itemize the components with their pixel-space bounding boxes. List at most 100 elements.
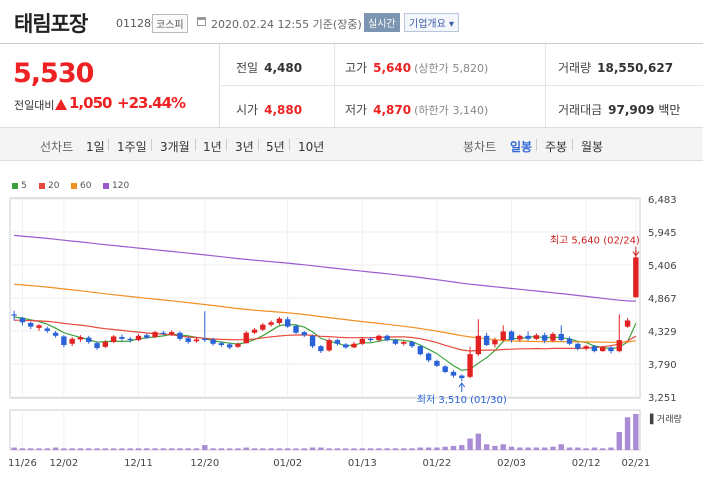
volume-bar [425,447,432,450]
candle-body [392,340,399,344]
candle-body [541,335,548,341]
volume-bar [160,448,167,450]
candle-body [94,343,100,349]
volume-bar [359,448,365,450]
volume-bar [177,448,183,450]
candle-body [525,335,531,339]
volume-bar [566,447,573,450]
y-tick-label: 4,867 [648,294,677,305]
x-tick-label: 02/12 [572,458,601,469]
volume-bar [533,447,540,450]
candle-body [218,343,225,345]
candle-body [351,343,357,348]
candle-body [144,335,150,338]
candle-body [309,335,316,347]
volume-bar [633,414,639,450]
candle-body [152,332,158,338]
candle-body [185,338,191,342]
candle-body [450,371,457,376]
x-tick-label: 12/20 [190,458,219,469]
ma-line-120 [14,234,636,302]
y-tick-label: 4,329 [648,327,677,338]
volume-bar [318,447,324,450]
candle-body [334,340,341,344]
volume-bar [309,447,316,450]
x-tick-label: 01/22 [422,458,451,469]
volume-bar [285,448,291,450]
x-tick-label: 12/11 [124,458,153,469]
volume-label: ▌거래량 [649,413,682,425]
price-chart[interactable]: 6,483 5,945 5,406 4,867 4,329 3,790 3,251 11/26… [0,0,703,483]
volume-bar [276,448,283,450]
volume-bar [351,448,357,450]
candle-body [61,336,67,345]
candle-body [376,335,382,341]
volume-bar [218,448,225,450]
volume-bar [86,448,92,450]
candle-body [483,335,490,345]
candle-body [508,331,515,341]
volume-bar [467,438,473,450]
candle-body [102,341,109,347]
candle-body [119,337,125,339]
candle-body [624,320,631,327]
volume-bar [591,447,598,450]
candle-body [517,335,523,340]
candle-body [442,366,448,372]
volume-bar [384,448,390,450]
volume-bar [392,448,399,450]
candle-body [384,335,390,341]
candle-body [343,344,349,348]
candle-body [226,344,233,348]
volume-bar [492,445,498,450]
volume-bar [293,448,299,450]
candle-body [318,346,324,352]
volume-bar [102,448,109,450]
candle-body [52,332,59,336]
high-annotation: 최고 5,640 (02/24) [550,235,640,247]
x-tick-label: 02/03 [497,458,526,469]
candle-body [566,338,573,344]
volume-bar [442,446,448,450]
candle-body [110,336,117,342]
volume-bar [52,447,59,450]
volume-bar [525,447,531,450]
candle-body [28,322,34,327]
candle-body [608,347,614,352]
candle-body [193,339,200,342]
volume-bar [11,447,17,450]
candle-body [235,343,241,347]
volume-bar [44,448,50,450]
candle-body [293,325,299,333]
volume-bar [517,447,523,450]
candle-body [467,354,473,377]
candle-body [558,333,564,341]
volume-frame [9,409,641,451]
low-arrow-icon [458,382,466,393]
volume-bar [409,448,415,450]
volume-bar [127,448,133,450]
volume-bar [268,448,274,450]
candle-body [44,328,50,331]
volume-bar [28,448,34,450]
volume-bar [483,444,490,450]
candle-body [36,325,42,328]
candle-body [459,375,465,379]
x-tick-label: 12/02 [49,458,78,469]
y-tick-label: 5,406 [648,261,677,272]
volume-bar [401,448,407,450]
x-tick-label: 01/13 [348,458,377,469]
volume-bar [624,417,631,450]
candle-body [633,257,639,298]
volume-bar [459,445,465,450]
volume-bar [260,448,266,450]
candle-body [600,347,606,352]
candle-body [251,329,258,333]
candle-body [168,332,175,335]
volume-bar [135,448,142,450]
y-tick-label: 3,251 [648,393,677,404]
candle-body [243,332,249,344]
volume-bar [550,446,556,450]
candle-body [69,338,75,344]
volume-bar [450,445,457,450]
